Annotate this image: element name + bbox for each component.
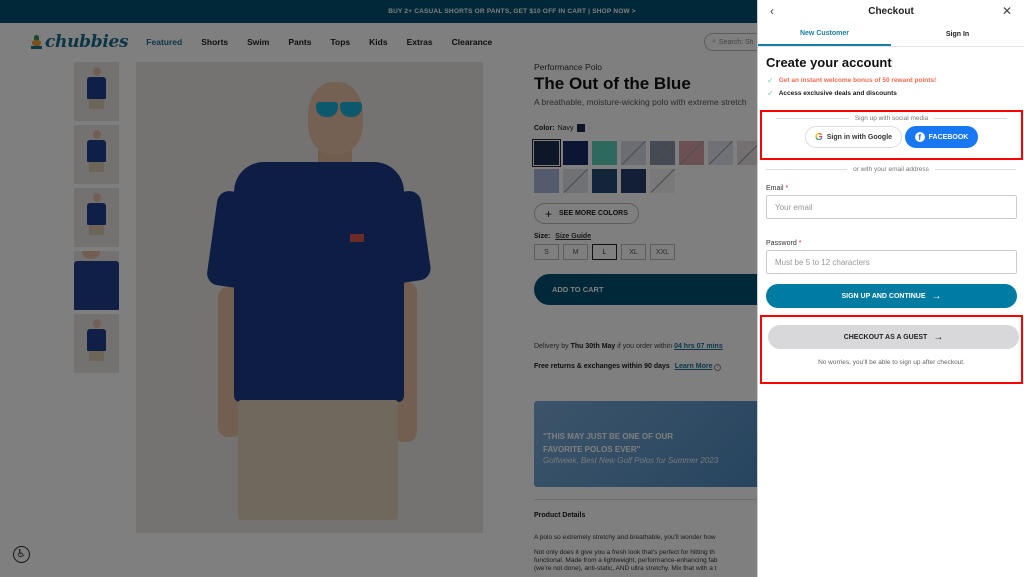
password-input[interactable] — [766, 250, 1017, 274]
email-input[interactable] — [766, 195, 1017, 219]
guest-note: No worries, you'll be able to sign up af… — [818, 359, 965, 366]
checkout-tabs: New Customer Sign In — [758, 23, 1024, 47]
check-icon: ✓ — [767, 89, 774, 98]
sign-up-continue-button[interactable]: SIGN UP AND CONTINUE → — [766, 284, 1017, 308]
password-field-group: Password * — [766, 240, 1017, 274]
google-icon: G — [814, 131, 823, 143]
tab-sign-in[interactable]: Sign In — [891, 23, 1024, 46]
facebook-label: FACEBOOK — [928, 133, 969, 141]
required-mark: * — [785, 185, 789, 192]
check-icon: ✓ — [767, 76, 774, 85]
checkout-drawer: ‹ Checkout ✕ New Customer Sign In Create… — [757, 0, 1024, 577]
modal-backdrop[interactable] — [0, 0, 757, 577]
guest-label: CHECKOUT AS A GUEST — [843, 333, 928, 341]
close-icon[interactable]: ✕ — [1002, 4, 1012, 18]
guest-checkout-section: CHECKOUT AS A GUEST → No worries, you'll… — [760, 315, 1023, 384]
arrow-right-icon: → — [931, 290, 942, 302]
facebook-icon: f — [914, 132, 925, 142]
arrow-right-icon: → — [933, 331, 944, 343]
benefit-item: ✓ Access exclusive deals and discounts — [767, 89, 1024, 98]
social-label: Sign up with social media — [854, 115, 929, 122]
password-label-text: Password — [766, 240, 797, 247]
create-account-heading: Create your account — [766, 55, 892, 70]
email-separator: or with your email address — [766, 166, 1016, 173]
email-label: Email * — [766, 185, 1017, 192]
social-separator: Sign up with social media — [776, 115, 1007, 122]
google-label: Sign in with Google — [826, 133, 893, 141]
back-icon[interactable]: ‹ — [770, 4, 774, 18]
email-label-text: Email — [766, 185, 784, 192]
social-signup-section: Sign up with social media G Sign in with… — [760, 110, 1023, 160]
benefit-item: ✓ Get an instant welcome bonus of 50 rew… — [767, 76, 1024, 85]
social-buttons: G Sign in with Google f FACEBOOK — [762, 126, 1021, 148]
checkout-as-guest-button[interactable]: CHECKOUT AS A GUEST → — [768, 325, 1019, 349]
google-signin-button[interactable]: G Sign in with Google — [805, 126, 902, 148]
benefit-text: Access exclusive deals and discounts — [778, 90, 897, 97]
required-mark: * — [798, 240, 802, 247]
sign-up-label: SIGN UP AND CONTINUE — [841, 292, 926, 300]
drawer-title: Checkout — [868, 6, 914, 17]
drawer-header: ‹ Checkout ✕ — [758, 0, 1024, 23]
tab-new-customer[interactable]: New Customer — [758, 23, 891, 46]
password-label: Password * — [766, 240, 1017, 247]
email-field-group: Email * — [766, 185, 1017, 219]
benefit-text: Get an instant welcome bonus of 50 rewar… — [778, 77, 937, 84]
email-separator-label: or with your email address — [853, 166, 929, 173]
facebook-signin-button[interactable]: f FACEBOOK — [905, 126, 978, 148]
